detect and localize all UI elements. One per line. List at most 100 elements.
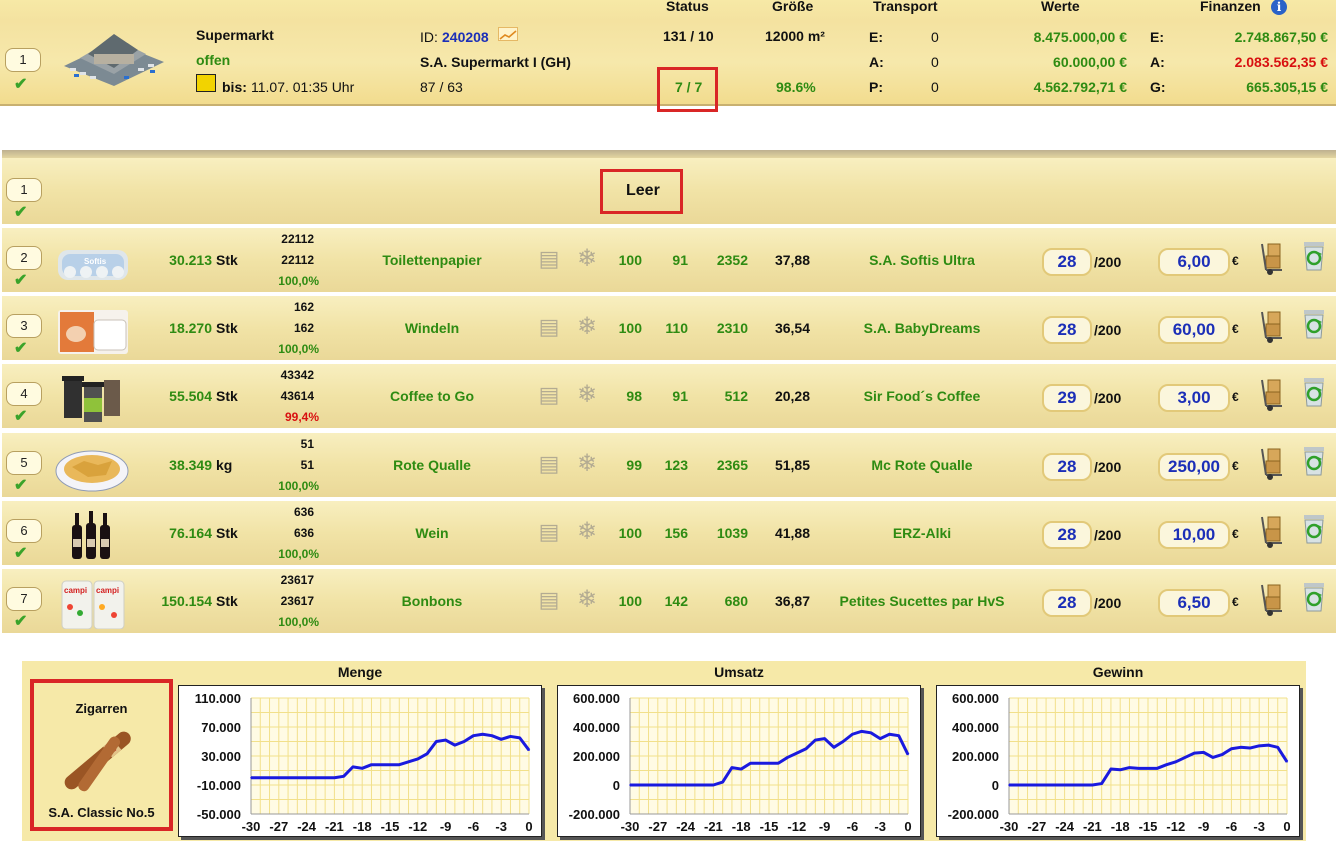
storage-icon[interactable]: ▤: [538, 449, 560, 479]
level-input[interactable]: 28: [1042, 316, 1092, 344]
product-name-link[interactable]: Wein: [332, 525, 532, 541]
data-point: [758, 762, 761, 765]
hand-truck-icon[interactable]: [1258, 583, 1288, 617]
table-row[interactable]: 4 ✔ 55.504 Stk 43342 43614 99,4% Coffee …: [2, 364, 1336, 430]
product-name-link[interactable]: Toilettenpapier: [332, 252, 532, 268]
product-name-link[interactable]: Windeln: [332, 320, 532, 336]
data-point: [666, 784, 668, 786]
snowflake-icon[interactable]: ❄: [576, 244, 598, 274]
finanzen-e-value: 2.748.867,50 €: [1234, 29, 1328, 45]
product-name-link[interactable]: Coffee to Go: [332, 388, 532, 404]
brand-name-link[interactable]: Mc Rote Qualle: [822, 457, 1022, 473]
row-number-badge[interactable]: 3: [6, 314, 42, 338]
transport-a-label: A:: [869, 54, 884, 70]
value-a: 156: [664, 525, 688, 541]
row-number-badge[interactable]: 2: [6, 246, 42, 270]
sales-percent: 100,0%: [278, 342, 319, 356]
storage-icon[interactable]: ▤: [538, 585, 560, 615]
table-row[interactable]: 7 ✔ campi campi 150.154 Stk 23617 23617 1…: [2, 569, 1336, 635]
hand-truck-icon[interactable]: [1258, 378, 1288, 412]
table-row[interactable]: 2 ✔ Softis 30.213 Stk 22112 22112 100,0%…: [2, 228, 1336, 294]
x-tick-label: -21: [1083, 819, 1102, 834]
recycle-bin-icon[interactable]: [1300, 308, 1328, 340]
recycle-bin-icon[interactable]: [1300, 513, 1328, 545]
hand-truck-icon[interactable]: [1258, 310, 1288, 344]
level-input[interactable]: 28: [1042, 521, 1092, 549]
row-number-badge[interactable]: 1: [6, 178, 42, 202]
construction-sign-icon: [196, 74, 216, 92]
checkmark-icon: ✔: [14, 613, 28, 630]
snowflake-icon[interactable]: ❄: [576, 585, 598, 615]
info-icon[interactable]: i: [1271, 0, 1287, 15]
snowflake-icon[interactable]: ❄: [576, 380, 598, 410]
storage-icon[interactable]: ▤: [538, 312, 560, 342]
level-input[interactable]: 28: [1042, 453, 1092, 481]
svg-text:campi: campi: [64, 586, 87, 595]
price-input[interactable]: 6,50: [1158, 589, 1230, 617]
brand-name-link[interactable]: Sir Food´s Coffee: [822, 388, 1022, 404]
data-point: [1184, 756, 1186, 759]
product-name-link[interactable]: Rote Qualle: [332, 457, 532, 473]
y-tick-label: 110.000: [195, 691, 241, 706]
store-number-badge[interactable]: 1: [5, 48, 41, 72]
row-number-badge[interactable]: 6: [6, 519, 42, 543]
price-currency: €: [1232, 254, 1239, 268]
data-point: [417, 758, 419, 760]
stock-quantity: 38.349: [169, 457, 212, 473]
brand-name-link[interactable]: Petites Sucettes par HvS: [822, 593, 1022, 609]
price-input[interactable]: 6,00: [1158, 248, 1230, 276]
stock-unit: Stk: [216, 593, 238, 609]
table-row[interactable]: 3 ✔ 18.270 Stk 162 162 100,0% Windeln ▤ …: [2, 296, 1336, 362]
recycle-bin-icon[interactable]: [1300, 376, 1328, 408]
snowflake-icon[interactable]: ❄: [576, 312, 598, 342]
price-input[interactable]: 10,00: [1158, 521, 1230, 549]
data-point: [768, 762, 770, 765]
x-tick-label: -9: [819, 819, 831, 834]
brand-name-link[interactable]: S.A. Softis Ultra: [822, 252, 1022, 268]
price-input[interactable]: 3,00: [1158, 384, 1230, 412]
price-input[interactable]: 60,00: [1158, 316, 1230, 344]
row-number-badge[interactable]: 4: [6, 382, 42, 406]
sales-figure-2: 43614: [280, 389, 314, 403]
snowflake-icon[interactable]: ❄: [576, 449, 598, 479]
level-input[interactable]: 28: [1042, 248, 1092, 276]
hand-truck-icon[interactable]: [1258, 447, 1288, 481]
price-currency: €: [1232, 322, 1239, 336]
product-name-link[interactable]: Bonbons: [332, 593, 532, 609]
data-point: [749, 762, 752, 765]
storage-icon[interactable]: ▤: [538, 517, 560, 547]
data-point: [1267, 744, 1270, 746]
brand-name-link[interactable]: ERZ-Alki: [822, 525, 1022, 541]
finanzen-e-label: E:: [1150, 29, 1164, 45]
store-id-link[interactable]: 240208: [442, 29, 489, 45]
table-row[interactable]: 5 ✔ 38.349 kg 51 51 100,0% Rote Qualle ▤…: [2, 433, 1336, 499]
recycle-bin-icon[interactable]: [1300, 445, 1328, 477]
data-point: [324, 776, 326, 779]
brand-name-link[interactable]: S.A. BabyDreams: [822, 320, 1022, 336]
recycle-bin-icon[interactable]: [1300, 240, 1328, 272]
price-currency: €: [1232, 527, 1239, 541]
price-input[interactable]: 250,00: [1158, 453, 1230, 481]
table-row[interactable]: 6 ✔ 76.164 Stk 636 636 100,0% Wein ▤ ❄ 1…: [2, 501, 1336, 567]
storage-icon[interactable]: ▤: [538, 380, 560, 410]
hand-truck-icon[interactable]: [1258, 515, 1288, 549]
data-point: [851, 733, 854, 736]
row-number-badge[interactable]: 7: [6, 587, 42, 611]
level-input[interactable]: 28: [1042, 589, 1092, 617]
level-input[interactable]: 29: [1042, 384, 1092, 412]
row-number-badge[interactable]: 5: [6, 451, 42, 475]
svg-text:Softis: Softis: [84, 257, 107, 266]
selected-product-card[interactable]: Zigarren S.A. Classic No.5: [30, 679, 173, 831]
trend-chart-icon[interactable]: [498, 27, 518, 41]
sales-percent: 100,0%: [278, 615, 319, 629]
snowflake-icon[interactable]: ❄: [576, 517, 598, 547]
price-currency: €: [1232, 390, 1239, 404]
stock-unit: Stk: [216, 525, 238, 541]
data-point: [638, 784, 641, 786]
x-tick-label: -3: [495, 819, 507, 834]
hand-truck-icon[interactable]: [1258, 242, 1288, 276]
recycle-bin-icon[interactable]: [1300, 581, 1328, 613]
storage-icon[interactable]: ▤: [538, 244, 560, 274]
data-point: [1100, 782, 1103, 785]
data-point: [1119, 768, 1121, 771]
